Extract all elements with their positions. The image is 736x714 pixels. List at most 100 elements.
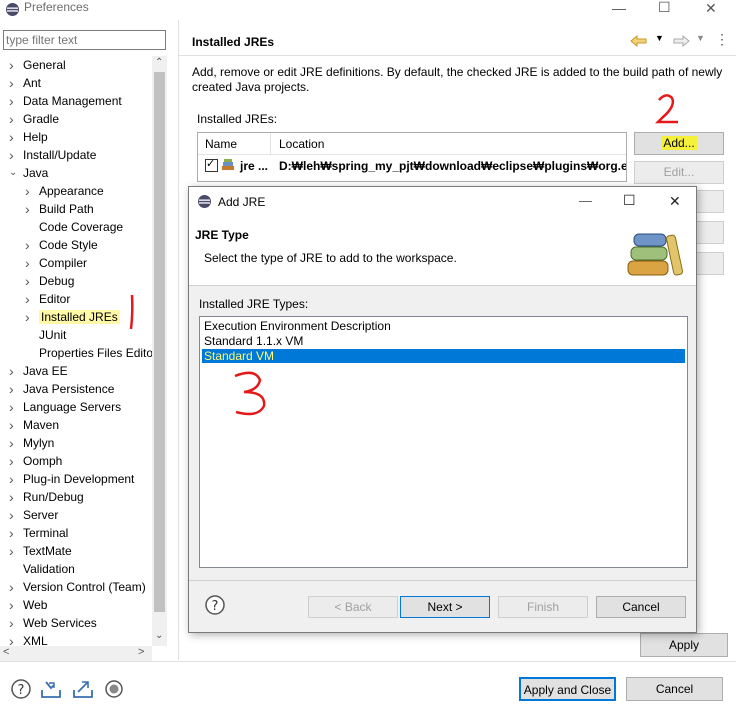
- dialog-minimize-button[interactable]: —: [579, 193, 592, 208]
- tree-item[interactable]: › Java Persistence: [9, 380, 114, 398]
- tree-item[interactable]: › Code Style: [25, 236, 98, 254]
- pane-divider[interactable]: [178, 20, 179, 660]
- maximize-button[interactable]: ☐: [658, 0, 671, 16]
- chevron-right-icon[interactable]: ›: [9, 56, 14, 74]
- tree-item[interactable]: Validation: [23, 560, 75, 578]
- chevron-right-icon[interactable]: ›: [25, 236, 30, 254]
- chevron-right-icon[interactable]: ›: [9, 632, 14, 646]
- tree-item[interactable]: ⌄ Java: [9, 164, 48, 182]
- chevron-right-icon[interactable]: ›: [9, 362, 14, 380]
- apply-and-close-button[interactable]: Apply and Close: [519, 677, 616, 701]
- chevron-right-icon[interactable]: ›: [25, 182, 30, 200]
- scroll-right-icon[interactable]: >: [138, 646, 144, 658]
- tree-item[interactable]: Properties Files Edito: [39, 344, 152, 362]
- chevron-right-icon[interactable]: ›: [25, 200, 30, 218]
- chevron-right-icon[interactable]: ›: [9, 74, 14, 92]
- forward-arrow-icon[interactable]: [672, 35, 690, 47]
- tree-item[interactable]: › TextMate: [9, 542, 72, 560]
- back-arrow-icon[interactable]: [630, 35, 648, 47]
- tree-item[interactable]: › Maven: [9, 416, 59, 434]
- tree-item[interactable]: › Installed JREs: [25, 308, 120, 326]
- tree-item[interactable]: › Web: [9, 596, 47, 614]
- chevron-right-icon[interactable]: ›: [9, 524, 14, 542]
- chevron-right-icon[interactable]: ›: [25, 308, 30, 326]
- column-header-name[interactable]: Name: [205, 137, 237, 151]
- back-button[interactable]: < Back: [308, 596, 398, 618]
- dialog-maximize-button[interactable]: ☐: [623, 192, 636, 209]
- list-item[interactable]: Standard VM: [202, 349, 685, 363]
- dialog-cancel-button[interactable]: Cancel: [596, 596, 686, 618]
- filter-field[interactable]: [3, 30, 166, 50]
- chevron-right-icon[interactable]: ›: [9, 506, 14, 524]
- list-item[interactable]: Execution Environment Description: [202, 319, 685, 333]
- column-divider[interactable]: [270, 133, 271, 155]
- import-icon[interactable]: [40, 678, 62, 700]
- scroll-thumb[interactable]: [154, 72, 165, 612]
- tree-vertical-scrollbar[interactable]: ⌃ ⌄: [152, 56, 167, 646]
- chevron-down-icon[interactable]: ⌄: [9, 164, 17, 182]
- chevron-right-icon[interactable]: ›: [25, 254, 30, 272]
- edit-button[interactable]: Edit...: [634, 161, 724, 184]
- chevron-right-icon[interactable]: ›: [9, 578, 14, 596]
- chevron-right-icon[interactable]: ›: [9, 488, 14, 506]
- tree-item[interactable]: › Install/Update: [9, 146, 96, 164]
- view-menu-icon[interactable]: ⋮: [715, 31, 729, 48]
- chevron-right-icon[interactable]: ›: [9, 380, 14, 398]
- chevron-right-icon[interactable]: ›: [9, 128, 14, 146]
- tree-item[interactable]: › Help: [9, 128, 48, 146]
- dialog-close-button[interactable]: ✕: [669, 193, 681, 210]
- tree-item[interactable]: › Version Control (Team): [9, 578, 146, 596]
- tree-item[interactable]: › Server: [9, 506, 58, 524]
- list-item[interactable]: Standard 1.1.x VM: [202, 334, 685, 348]
- scroll-up-icon[interactable]: ⌃: [155, 57, 163, 68]
- tree-item[interactable]: › Build Path: [25, 200, 94, 218]
- tree-item[interactable]: › Java EE: [9, 362, 68, 380]
- chevron-right-icon[interactable]: ›: [9, 614, 14, 632]
- chevron-right-icon[interactable]: ›: [9, 434, 14, 452]
- filter-input[interactable]: [6, 32, 161, 48]
- tree-item[interactable]: › XML: [9, 632, 48, 646]
- chevron-right-icon[interactable]: ›: [25, 272, 30, 290]
- tree-item[interactable]: › Ant: [9, 74, 41, 92]
- tree-item[interactable]: › Debug: [25, 272, 74, 290]
- chevron-right-icon[interactable]: ›: [9, 542, 14, 560]
- chevron-right-icon[interactable]: ›: [9, 146, 14, 164]
- export-icon[interactable]: [72, 678, 94, 700]
- back-dropdown-icon[interactable]: ▼: [655, 33, 664, 43]
- cancel-button[interactable]: Cancel: [626, 677, 723, 701]
- tree-horizontal-scrollbar[interactable]: < >: [0, 646, 152, 661]
- tree-item[interactable]: › Oomph: [9, 452, 62, 470]
- minimize-button[interactable]: —: [612, 0, 626, 16]
- close-button[interactable]: ✕: [705, 0, 717, 17]
- chevron-right-icon[interactable]: ›: [9, 110, 14, 128]
- tree-item[interactable]: › Gradle: [9, 110, 59, 128]
- tree-item[interactable]: › Terminal: [9, 524, 68, 542]
- tree-item[interactable]: › Language Servers: [9, 398, 121, 416]
- next-button[interactable]: Next >: [400, 596, 490, 618]
- tree-item[interactable]: › Compiler: [25, 254, 87, 272]
- scroll-left-icon[interactable]: <: [3, 646, 9, 658]
- tree-item[interactable]: Code Coverage: [39, 218, 123, 236]
- tree-item[interactable]: › Web Services: [9, 614, 97, 632]
- chevron-right-icon[interactable]: ›: [9, 416, 14, 434]
- tree-item[interactable]: JUnit: [39, 326, 66, 344]
- tree-item[interactable]: › Editor: [25, 290, 70, 308]
- scroll-down-icon[interactable]: ⌄: [155, 630, 163, 641]
- chevron-right-icon[interactable]: ›: [9, 398, 14, 416]
- chevron-right-icon[interactable]: ›: [9, 470, 14, 488]
- help-icon[interactable]: ?: [10, 678, 32, 700]
- jre-checkbox[interactable]: ✓: [205, 158, 218, 172]
- tree-item[interactable]: › Appearance: [25, 182, 104, 200]
- apply-button[interactable]: Apply: [640, 633, 728, 657]
- tree-item[interactable]: › Run/Debug: [9, 488, 84, 506]
- table-row[interactable]: ✓ jre ... D:₩leh₩spring_my_pjt₩download₩…: [198, 157, 626, 175]
- tree-item[interactable]: › Data Management: [9, 92, 122, 110]
- finish-button[interactable]: Finish: [498, 596, 588, 618]
- tree-item[interactable]: › Plug-in Development: [9, 470, 134, 488]
- add-button[interactable]: Add...: [634, 132, 724, 155]
- chevron-right-icon[interactable]: ›: [9, 596, 14, 614]
- column-header-location[interactable]: Location: [279, 137, 324, 151]
- tree-item[interactable]: › Mylyn: [9, 434, 54, 452]
- dialog-help-icon[interactable]: ?: [204, 594, 226, 616]
- chevron-right-icon[interactable]: ›: [9, 452, 14, 470]
